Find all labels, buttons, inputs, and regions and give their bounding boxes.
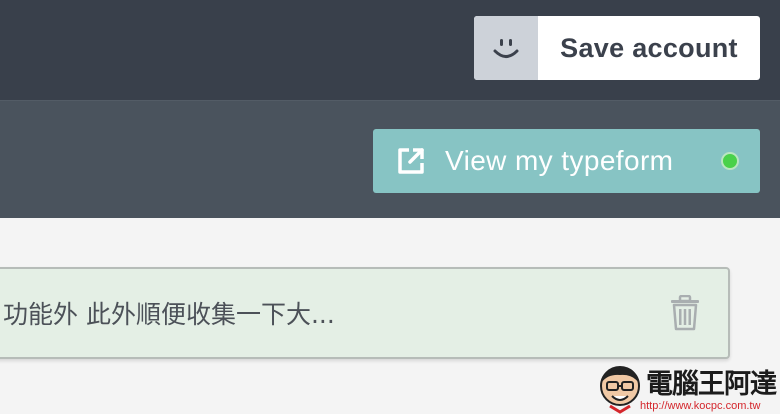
avatar[interactable] [474,16,538,80]
save-account-label[interactable]: Save account [538,16,760,80]
save-account-button[interactable]: Save account [474,16,760,80]
view-my-typeform-button[interactable]: View my typeform [373,129,760,193]
external-link-icon [395,145,427,177]
view-my-typeform-label[interactable]: View my typeform [445,145,673,177]
live-status-dot [721,152,739,170]
smiley-face-icon [493,39,519,58]
question-field-text[interactable]: 功能外 此外順便收集一下大... [3,295,643,331]
watermark: 電腦王阿達 http://www.kocpc.com.tw [598,362,780,414]
trash-icon[interactable] [670,295,700,331]
sub-bar: View my typeform [0,100,780,218]
watermark-title: 電腦王阿達 [646,369,777,400]
top-bar: Save account [0,0,780,100]
mascot-logo-icon [600,366,640,414]
question-field-card[interactable]: 功能外 此外順便收集一下大... [0,267,730,359]
watermark-url: http://www.kocpc.com.tw [640,400,761,412]
